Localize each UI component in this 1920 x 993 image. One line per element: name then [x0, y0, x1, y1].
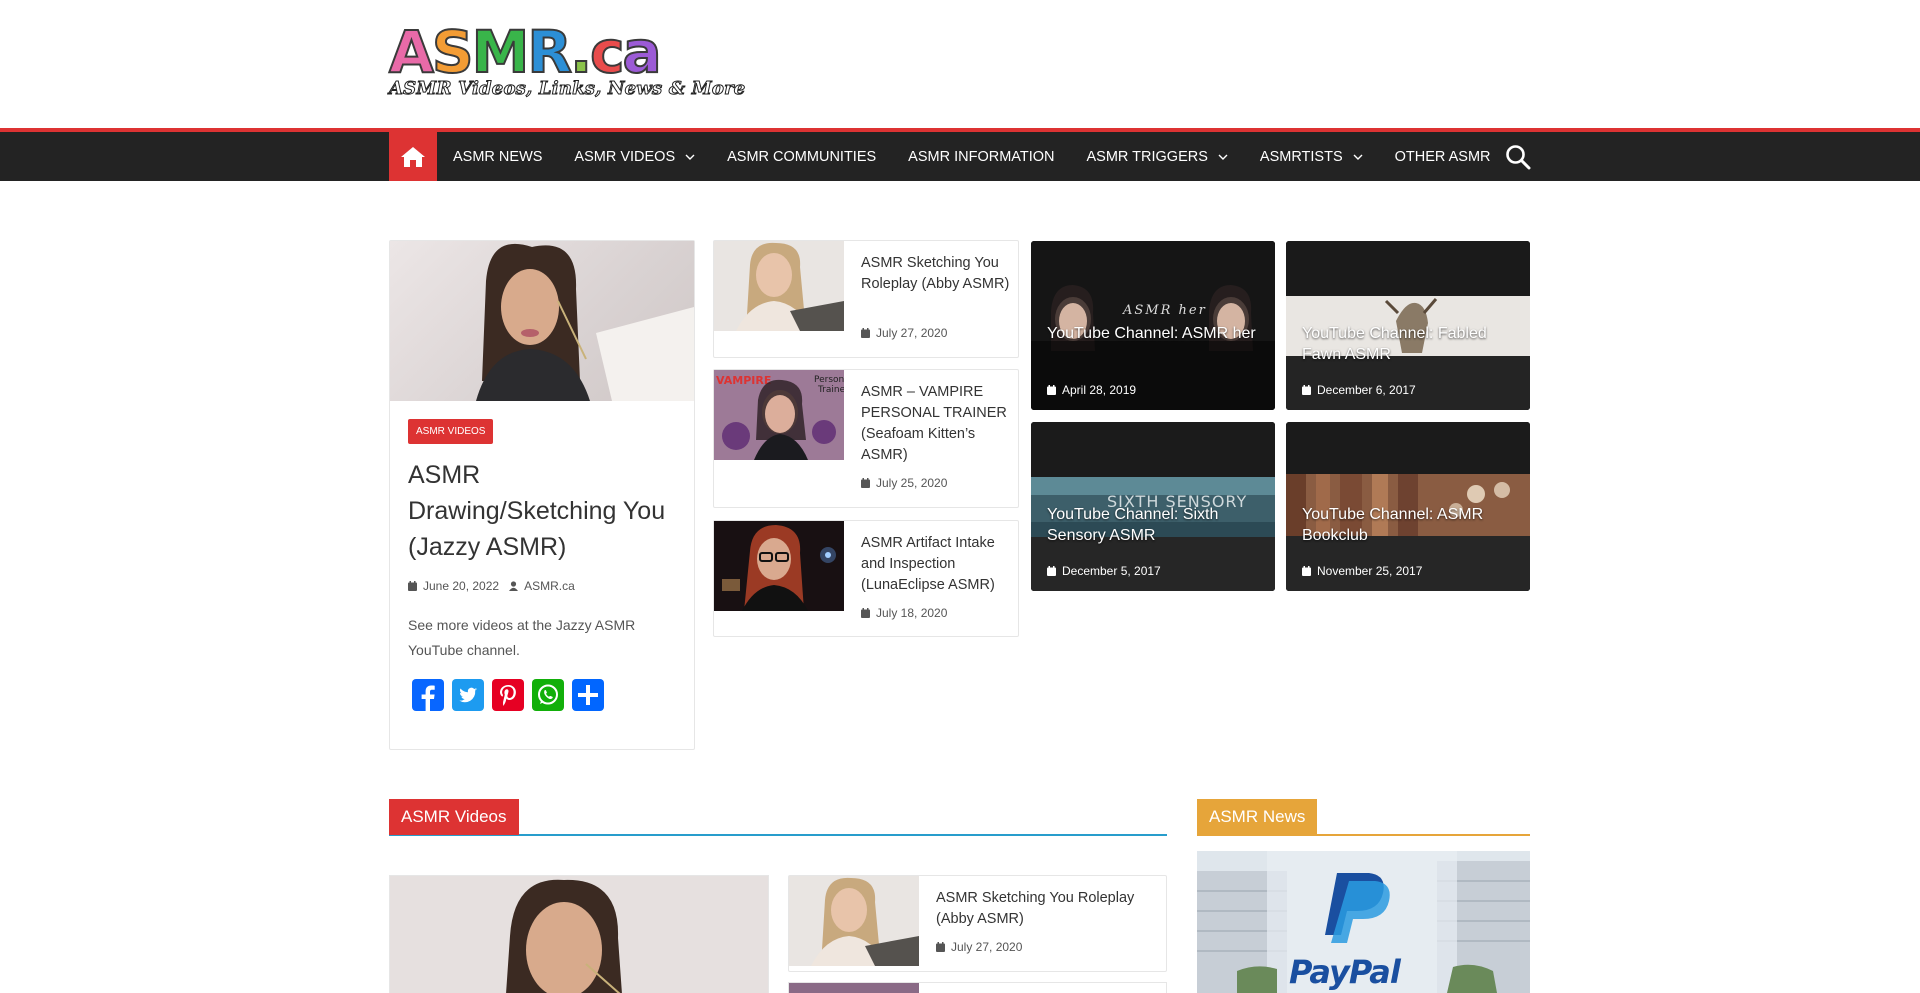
tile-title[interactable]: YouTube Channel: Fabled Fawn ASMR: [1302, 323, 1522, 365]
nav-item-asmr-triggers[interactable]: ASMR TRIGGERS: [1087, 149, 1228, 165]
post-title[interactable]: ASMR Sketching You Roleplay (Abby ASMR): [936, 888, 1156, 930]
post-author[interactable]: ASMR.ca: [524, 579, 575, 593]
section-header-videos: ASMR Videos: [389, 799, 1167, 836]
home-icon[interactable]: [389, 132, 437, 181]
post-meta: July 27, 2020: [861, 326, 947, 340]
nav-item-asmr-videos[interactable]: ASMR VIDEOS: [574, 149, 695, 165]
featured-post-image[interactable]: [390, 241, 694, 401]
tile-title[interactable]: YouTube Channel: ASMR Bookclub: [1302, 504, 1522, 546]
list-item-partial: [788, 982, 1167, 993]
post-date[interactable]: July 27, 2020: [951, 940, 1022, 954]
nav-item-asmr-communities[interactable]: ASMR COMMUNITIES: [727, 149, 876, 165]
tile-meta: November 25, 2017: [1302, 564, 1422, 578]
twitter-icon[interactable]: [452, 679, 484, 711]
tile-meta: April 28, 2019: [1047, 383, 1136, 397]
post-date[interactable]: April 28, 2019: [1062, 383, 1136, 397]
calendar-icon: [1047, 385, 1056, 395]
site-logo[interactable]: ASMR.ca ASMR Videos, Links, News & More: [388, 18, 746, 104]
tile-meta: December 5, 2017: [1047, 564, 1161, 578]
nav-item-asmr-information[interactable]: ASMR INFORMATION: [908, 149, 1054, 165]
post-date[interactable]: July 27, 2020: [876, 326, 947, 340]
post-thumbnail[interactable]: VAMPIRE Person Traine: [714, 370, 844, 460]
calendar-icon: [1047, 566, 1056, 576]
nav-item-asmr-news[interactable]: ASMR NEWS: [453, 149, 542, 165]
post-date[interactable]: July 25, 2020: [876, 476, 947, 490]
tile-post[interactable]: SIXTH SENSORY YouTube Channel: Sixth Sen…: [1031, 422, 1275, 591]
whatsapp-icon[interactable]: [532, 679, 564, 711]
site-header: ASMR.ca ASMR Videos, Links, News & More: [0, 0, 1920, 128]
svg-text:VAMPIRE: VAMPIRE: [716, 374, 771, 387]
post-date[interactable]: July 18, 2020: [876, 606, 947, 620]
category-badge[interactable]: ASMR VIDEOS: [408, 419, 494, 444]
post-date[interactable]: June 20, 2022: [423, 579, 499, 593]
calendar-icon: [408, 581, 417, 591]
calendar-icon: [1302, 385, 1311, 395]
user-icon: [509, 581, 519, 591]
post-title[interactable]: ASMR – VAMPIRE PERSONAL TRAINER (Seafoam…: [861, 382, 1011, 466]
calendar-icon: [861, 608, 870, 618]
news-featured-image[interactable]: PayPal: [1197, 851, 1530, 993]
post-date[interactable]: November 25, 2017: [1317, 564, 1422, 578]
post-date[interactable]: December 6, 2017: [1317, 383, 1416, 397]
list-item: ASMR Sketching You Roleplay (Abby ASMR) …: [713, 240, 1019, 358]
share-buttons: [412, 679, 604, 711]
chevron-down-icon: [685, 154, 695, 160]
featured-post-meta: June 20, 2022 ASMR.ca: [408, 579, 575, 593]
svg-text:Traine: Traine: [817, 385, 844, 395]
calendar-icon: [936, 942, 945, 952]
post-meta: July 27, 2020: [936, 940, 1022, 954]
section-title[interactable]: ASMR News: [1197, 799, 1318, 835]
videos-featured-image[interactable]: [389, 875, 769, 993]
post-thumbnail[interactable]: [714, 241, 844, 331]
post-date[interactable]: December 5, 2017: [1062, 564, 1161, 578]
main-navigation: ASMR NEWS ASMR VIDEOS ASMR COMMUNITIES A…: [0, 128, 1920, 181]
list-item: VAMPIRE Person Traine ASMR – VAMPIRE PERSO…: [713, 369, 1019, 508]
post-title[interactable]: ASMR Artifact Intake and Inspection (Lun…: [861, 533, 1011, 596]
list-item: ASMR Artifact Intake and Inspection (Lun…: [713, 520, 1019, 637]
news-image-text: PayPal: [1289, 953, 1401, 991]
list-item: ASMR Sketching You Roleplay (Abby ASMR) …: [788, 875, 1167, 972]
logo-tagline: ASMR Videos, Links, News & More: [388, 78, 746, 100]
tile-title[interactable]: YouTube Channel: ASMR her: [1047, 323, 1267, 344]
featured-post: ASMR VIDEOS ASMR Drawing/Sketching You (…: [389, 240, 695, 750]
tile-overlay-text: ASMR her: [1123, 303, 1207, 318]
svg-text:Person: Person: [814, 375, 844, 385]
section-header-news: ASMR News: [1197, 799, 1530, 836]
calendar-icon: [861, 478, 870, 488]
post-thumbnail[interactable]: [789, 876, 919, 966]
tile-post[interactable]: ASMR her YouTube Channel: ASMR her April…: [1031, 241, 1275, 410]
tile-title[interactable]: YouTube Channel: Sixth Sensory ASMR: [1047, 504, 1267, 546]
tile-post[interactable]: YouTube Channel: Fabled Fawn ASMR Decemb…: [1286, 241, 1530, 410]
calendar-icon: [861, 328, 870, 338]
calendar-icon: [1302, 566, 1311, 576]
chevron-down-icon: [1353, 154, 1363, 160]
post-meta: July 18, 2020: [861, 606, 947, 620]
logo-title: ASMR.ca: [388, 18, 663, 86]
tile-post[interactable]: YouTube Channel: ASMR Bookclub November …: [1286, 422, 1530, 591]
facebook-icon[interactable]: [412, 679, 444, 711]
post-thumbnail[interactable]: [714, 521, 844, 611]
pinterest-icon[interactable]: [492, 679, 524, 711]
chevron-down-icon: [1218, 154, 1228, 160]
post-meta: July 25, 2020: [861, 476, 947, 490]
featured-post-title[interactable]: ASMR Drawing/Sketching You (Jazzy ASMR): [408, 457, 688, 565]
nav-item-other-asmr[interactable]: OTHER ASMR: [1395, 149, 1491, 165]
share-icon[interactable]: [572, 679, 604, 711]
tile-meta: December 6, 2017: [1302, 383, 1416, 397]
featured-post-excerpt: See more videos at the Jazzy ASMR YouTub…: [408, 617, 636, 658]
post-title[interactable]: ASMR Sketching You Roleplay (Abby ASMR): [861, 253, 1011, 295]
search-icon[interactable]: [1505, 144, 1531, 170]
nav-item-asmrtists[interactable]: ASMRTISTS: [1260, 149, 1363, 165]
section-title[interactable]: ASMR Videos: [389, 799, 519, 835]
